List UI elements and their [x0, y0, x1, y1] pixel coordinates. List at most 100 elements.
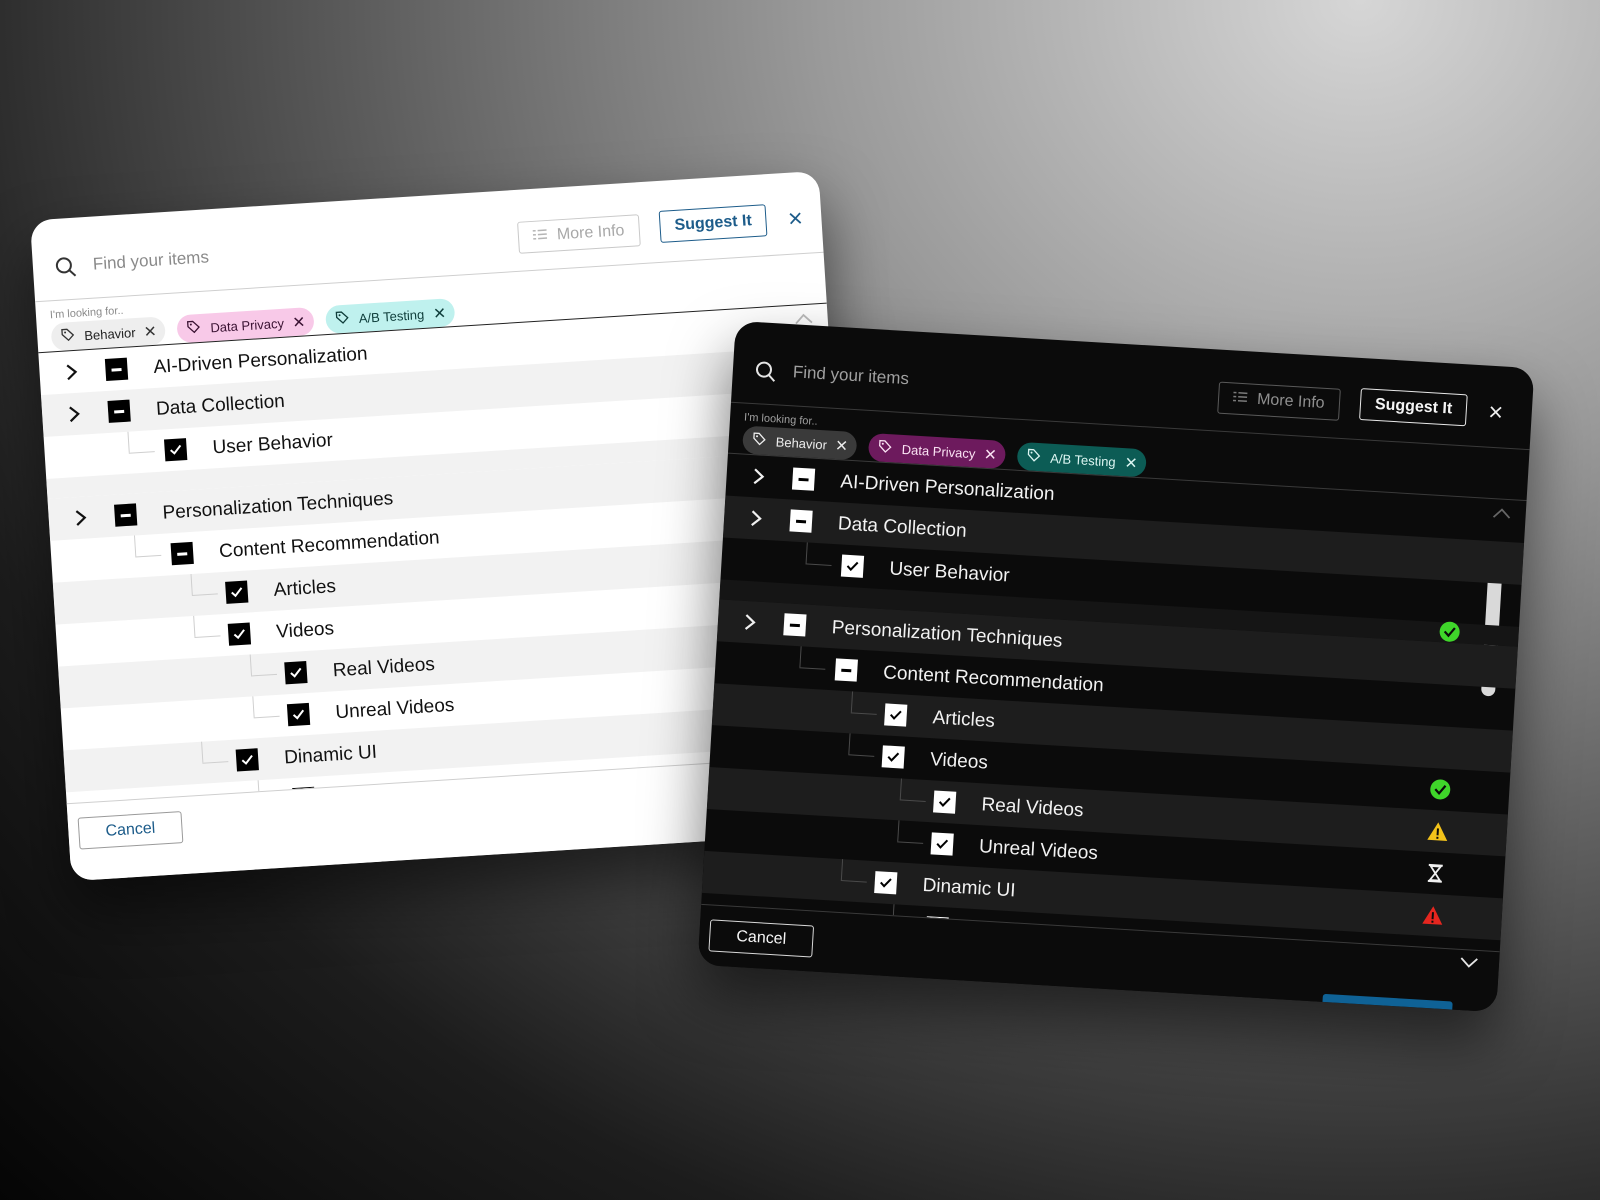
tree-connector: [127, 431, 130, 453]
tree-connector: [133, 535, 137, 557]
tag-icon: [1027, 448, 1041, 465]
chip-label: Data Privacy: [901, 441, 976, 461]
tree-item-label: Dinamic UI: [922, 874, 1017, 902]
tree-connector: [252, 696, 255, 718]
checkbox-partial[interactable]: [791, 467, 816, 491]
minus-icon: [120, 513, 131, 517]
checkbox-partial[interactable]: [104, 357, 129, 381]
checkmark-icon: [936, 839, 949, 849]
tree-connector: [191, 593, 218, 597]
checkbox-partial[interactable]: [107, 399, 131, 423]
minus-icon: [111, 367, 122, 372]
minus-icon: [789, 623, 800, 627]
chip-label: Behavior: [83, 324, 136, 343]
checkbox-checked[interactable]: [284, 660, 308, 685]
tree-item-label: User Behavior: [888, 558, 1011, 587]
suggest-label: Suggest It: [1374, 395, 1453, 418]
checkbox-partial[interactable]: [789, 509, 813, 533]
tree-item-label: User Behavior: [211, 429, 334, 459]
search-input[interactable]: [792, 358, 1194, 411]
more-info-button[interactable]: More Info: [517, 214, 641, 254]
chip-remove-icon[interactable]: [434, 308, 445, 319]
tree-item-label: Articles: [273, 575, 337, 601]
checkmark-icon: [887, 752, 900, 762]
cancel-button[interactable]: Cancel: [77, 811, 184, 850]
tree-connector: [249, 654, 253, 676]
checkbox-checked[interactable]: [235, 748, 259, 772]
chevron-down-icon[interactable]: [1459, 955, 1480, 970]
chip-remove-icon[interactable]: [837, 440, 848, 451]
close-icon[interactable]: [1483, 399, 1508, 424]
suggest-button[interactable]: Suggest It: [658, 204, 768, 243]
tree-connector: [799, 667, 826, 670]
chip-remove-icon[interactable]: [145, 326, 156, 337]
tree-connector: [194, 635, 221, 638]
more-info-label: More Info: [556, 222, 625, 244]
chevron-right-icon[interactable]: [61, 362, 82, 383]
checkbox-checked[interactable]: [840, 554, 865, 578]
tree-item-label: Personalization Techniques: [831, 617, 1063, 652]
minus-icon: [114, 409, 125, 414]
more-info-button[interactable]: More Info: [1217, 381, 1341, 421]
chip-remove-icon[interactable]: [1125, 457, 1136, 468]
close-icon[interactable]: [783, 206, 808, 231]
chevron-right-icon[interactable]: [748, 466, 769, 487]
checkmark-icon: [290, 667, 302, 678]
checkbox-checked[interactable]: [164, 438, 188, 462]
success-icon: [1438, 620, 1461, 643]
suggest-label: Suggest It: [674, 212, 753, 234]
minus-icon: [841, 668, 852, 672]
suggest-button[interactable]: Suggest It: [1359, 388, 1469, 427]
checkbox-checked[interactable]: [874, 871, 898, 895]
tree-connector: [850, 712, 877, 715]
checkbox-checked[interactable]: [286, 702, 311, 727]
checkmark-icon: [880, 878, 892, 888]
list-icon: [1232, 389, 1248, 408]
tree-item-label: Videos: [275, 618, 335, 643]
tree-connector: [193, 615, 196, 637]
success-icon: [1429, 778, 1452, 801]
list-icon: [532, 227, 548, 246]
chevron-right-icon[interactable]: [64, 403, 85, 424]
checkbox-checked[interactable]: [933, 790, 957, 814]
tree-connector: [897, 841, 924, 844]
chevron-right-icon[interactable]: [739, 612, 760, 633]
chip-remove-icon[interactable]: [985, 449, 996, 460]
tree-item-label: Unreal Videos: [334, 694, 455, 724]
checkmark-icon: [241, 754, 253, 765]
checkbox-partial[interactable]: [834, 658, 858, 682]
tree-item-label: Real Videos: [332, 653, 436, 682]
checkbox-partial[interactable]: [783, 613, 807, 637]
search-input[interactable]: [92, 225, 493, 279]
checkmark-icon: [170, 444, 182, 455]
checkbox-checked[interactable]: [227, 622, 252, 646]
warning-icon: [1426, 820, 1449, 843]
chip-remove-icon[interactable]: [294, 316, 305, 327]
create-list-button[interactable]: Create List: [1320, 993, 1453, 1013]
tree-item-label: Dinamic UI: [283, 741, 378, 769]
chip-label: A/B Testing: [358, 306, 425, 326]
tree-connector: [135, 554, 162, 558]
cancel-button[interactable]: Cancel: [708, 919, 815, 958]
tree-connector: [840, 859, 844, 881]
checkbox-checked[interactable]: [884, 703, 908, 727]
chevron-right-icon[interactable]: [746, 508, 767, 529]
tree-connector: [202, 761, 229, 764]
checkmark-icon: [292, 709, 305, 720]
tag-icon: [878, 439, 892, 457]
checkbox-partial[interactable]: [114, 503, 138, 527]
checkbox-checked[interactable]: [225, 580, 249, 604]
minus-icon: [798, 477, 809, 481]
tree-item-label: Personalization Techniques: [161, 488, 394, 524]
tree-item-label: Data Collection: [155, 390, 286, 420]
tree-connector: [899, 799, 926, 802]
checkbox-checked[interactable]: [881, 745, 905, 769]
tree-connector: [805, 563, 832, 566]
tag-icon: [335, 311, 349, 328]
tree-connector: [850, 691, 854, 713]
chevron-right-icon[interactable]: [70, 507, 91, 528]
tree-connector: [190, 574, 193, 596]
checkmark-icon: [846, 561, 859, 572]
checkbox-partial[interactable]: [170, 541, 194, 566]
checkbox-checked[interactable]: [930, 832, 954, 856]
